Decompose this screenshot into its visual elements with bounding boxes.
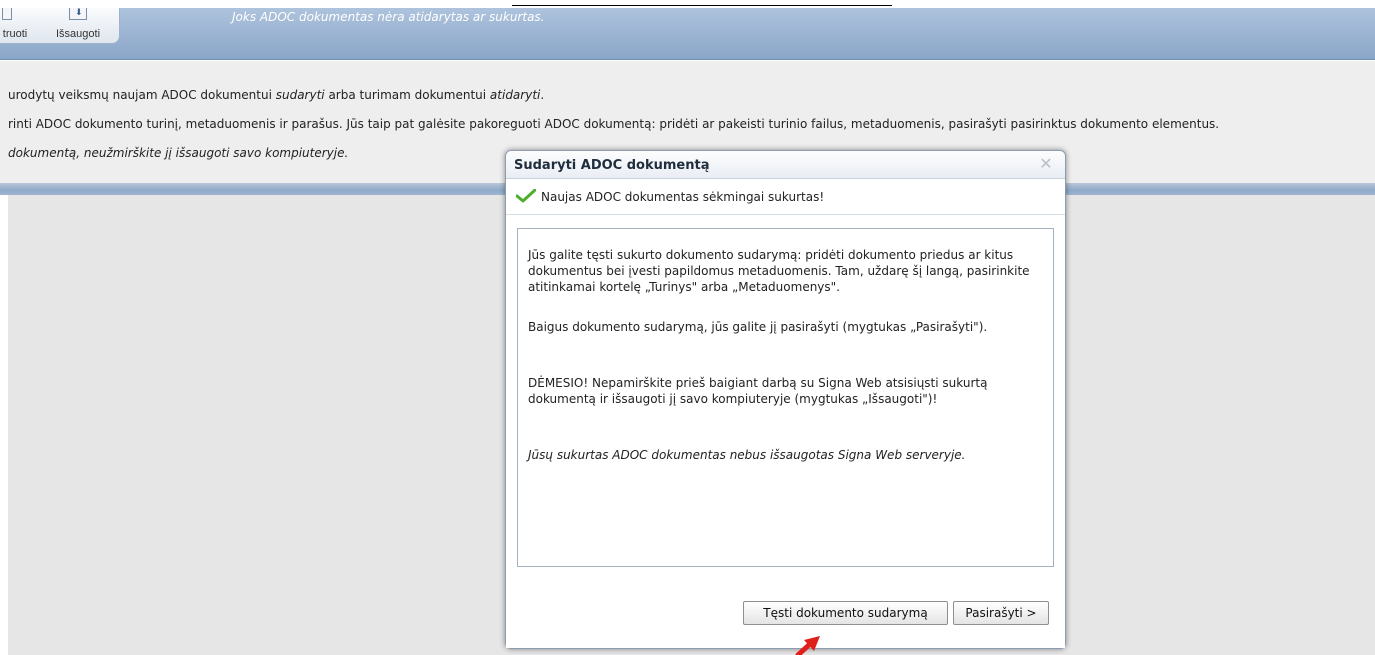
close-icon[interactable]: ✕ <box>1037 155 1055 173</box>
dialog-title: Sudaryti ADOC dokumentą <box>514 158 710 173</box>
annotation-arrow-icon <box>795 636 820 655</box>
toolbar-panel: truoti ⬇ Išsaugoti <box>0 8 120 44</box>
caption-underline <box>512 5 892 6</box>
save-icon: ⬇ <box>69 8 87 20</box>
edit-icon <box>2 8 12 20</box>
info-line-create-open: urodytų veiksmų naujam ADOC dokumentui s… <box>8 88 544 102</box>
document-caption-fragment <box>0 0 1375 8</box>
sign-button[interactable]: Pasirašyti > <box>953 601 1049 625</box>
save-button-label: Išsaugoti <box>55 28 101 40</box>
info-text: . <box>540 88 545 102</box>
edit-button[interactable]: truoti <box>0 8 36 44</box>
dialog-separator <box>506 214 1065 215</box>
dialog-footer: Tęsti dokumento sudarymą Pasirašyti > <box>506 575 1065 648</box>
paragraph-server-note: Jūsų sukurtas ADOC dokumentas nebus išsa… <box>528 448 966 462</box>
paragraph-sign-info: Baigus dokumento sudarymą, jūs galite jį… <box>528 320 988 334</box>
create-adoc-dialog: Sudaryti ADOC dokumentą ✕ Naujas ADOC do… <box>505 150 1066 649</box>
save-button[interactable]: ⬇ Išsaugoti <box>42 8 114 44</box>
info-text-emphasis: sudaryti <box>275 88 325 102</box>
dialog-header: Sudaryti ADOC dokumentą ✕ <box>506 151 1065 179</box>
info-text-emphasis: atidaryti <box>489 88 541 102</box>
checkmark-icon <box>516 189 536 203</box>
document-status-text: Joks ADOC dokumentas nėra atidarytas ar … <box>232 10 545 24</box>
info-text: arba turimam dokumentui <box>324 88 490 102</box>
paragraph-continue-info: Jūs galite tęsti sukurto dokumento sudar… <box>528 248 1030 294</box>
success-message: Naujas ADOC dokumentas sėkmingai sukurta… <box>516 189 824 204</box>
info-line-edit: rinti ADOC dokumento turinį, metaduomeni… <box>8 117 1220 131</box>
top-toolbar: truoti ⬇ Išsaugoti Joks ADOC dokumentas … <box>0 8 1375 60</box>
dialog-content-box: Jūs galite tęsti sukurto dokumento sudar… <box>517 228 1054 567</box>
success-text: Naujas ADOC dokumentas sėkmingai sukurta… <box>541 190 825 204</box>
continue-document-button[interactable]: Tęsti dokumento sudarymą <box>743 601 948 625</box>
info-text: urodytų veiksmų naujam ADOC dokumentui <box>8 88 276 102</box>
info-line-save-reminder: dokumentą, neužmirškite jį išsaugoti sav… <box>8 146 349 160</box>
paragraph-warning: DĖMESIO! Nepamirškite prieš baigiant dar… <box>528 376 988 406</box>
edit-button-label: truoti <box>2 28 28 40</box>
